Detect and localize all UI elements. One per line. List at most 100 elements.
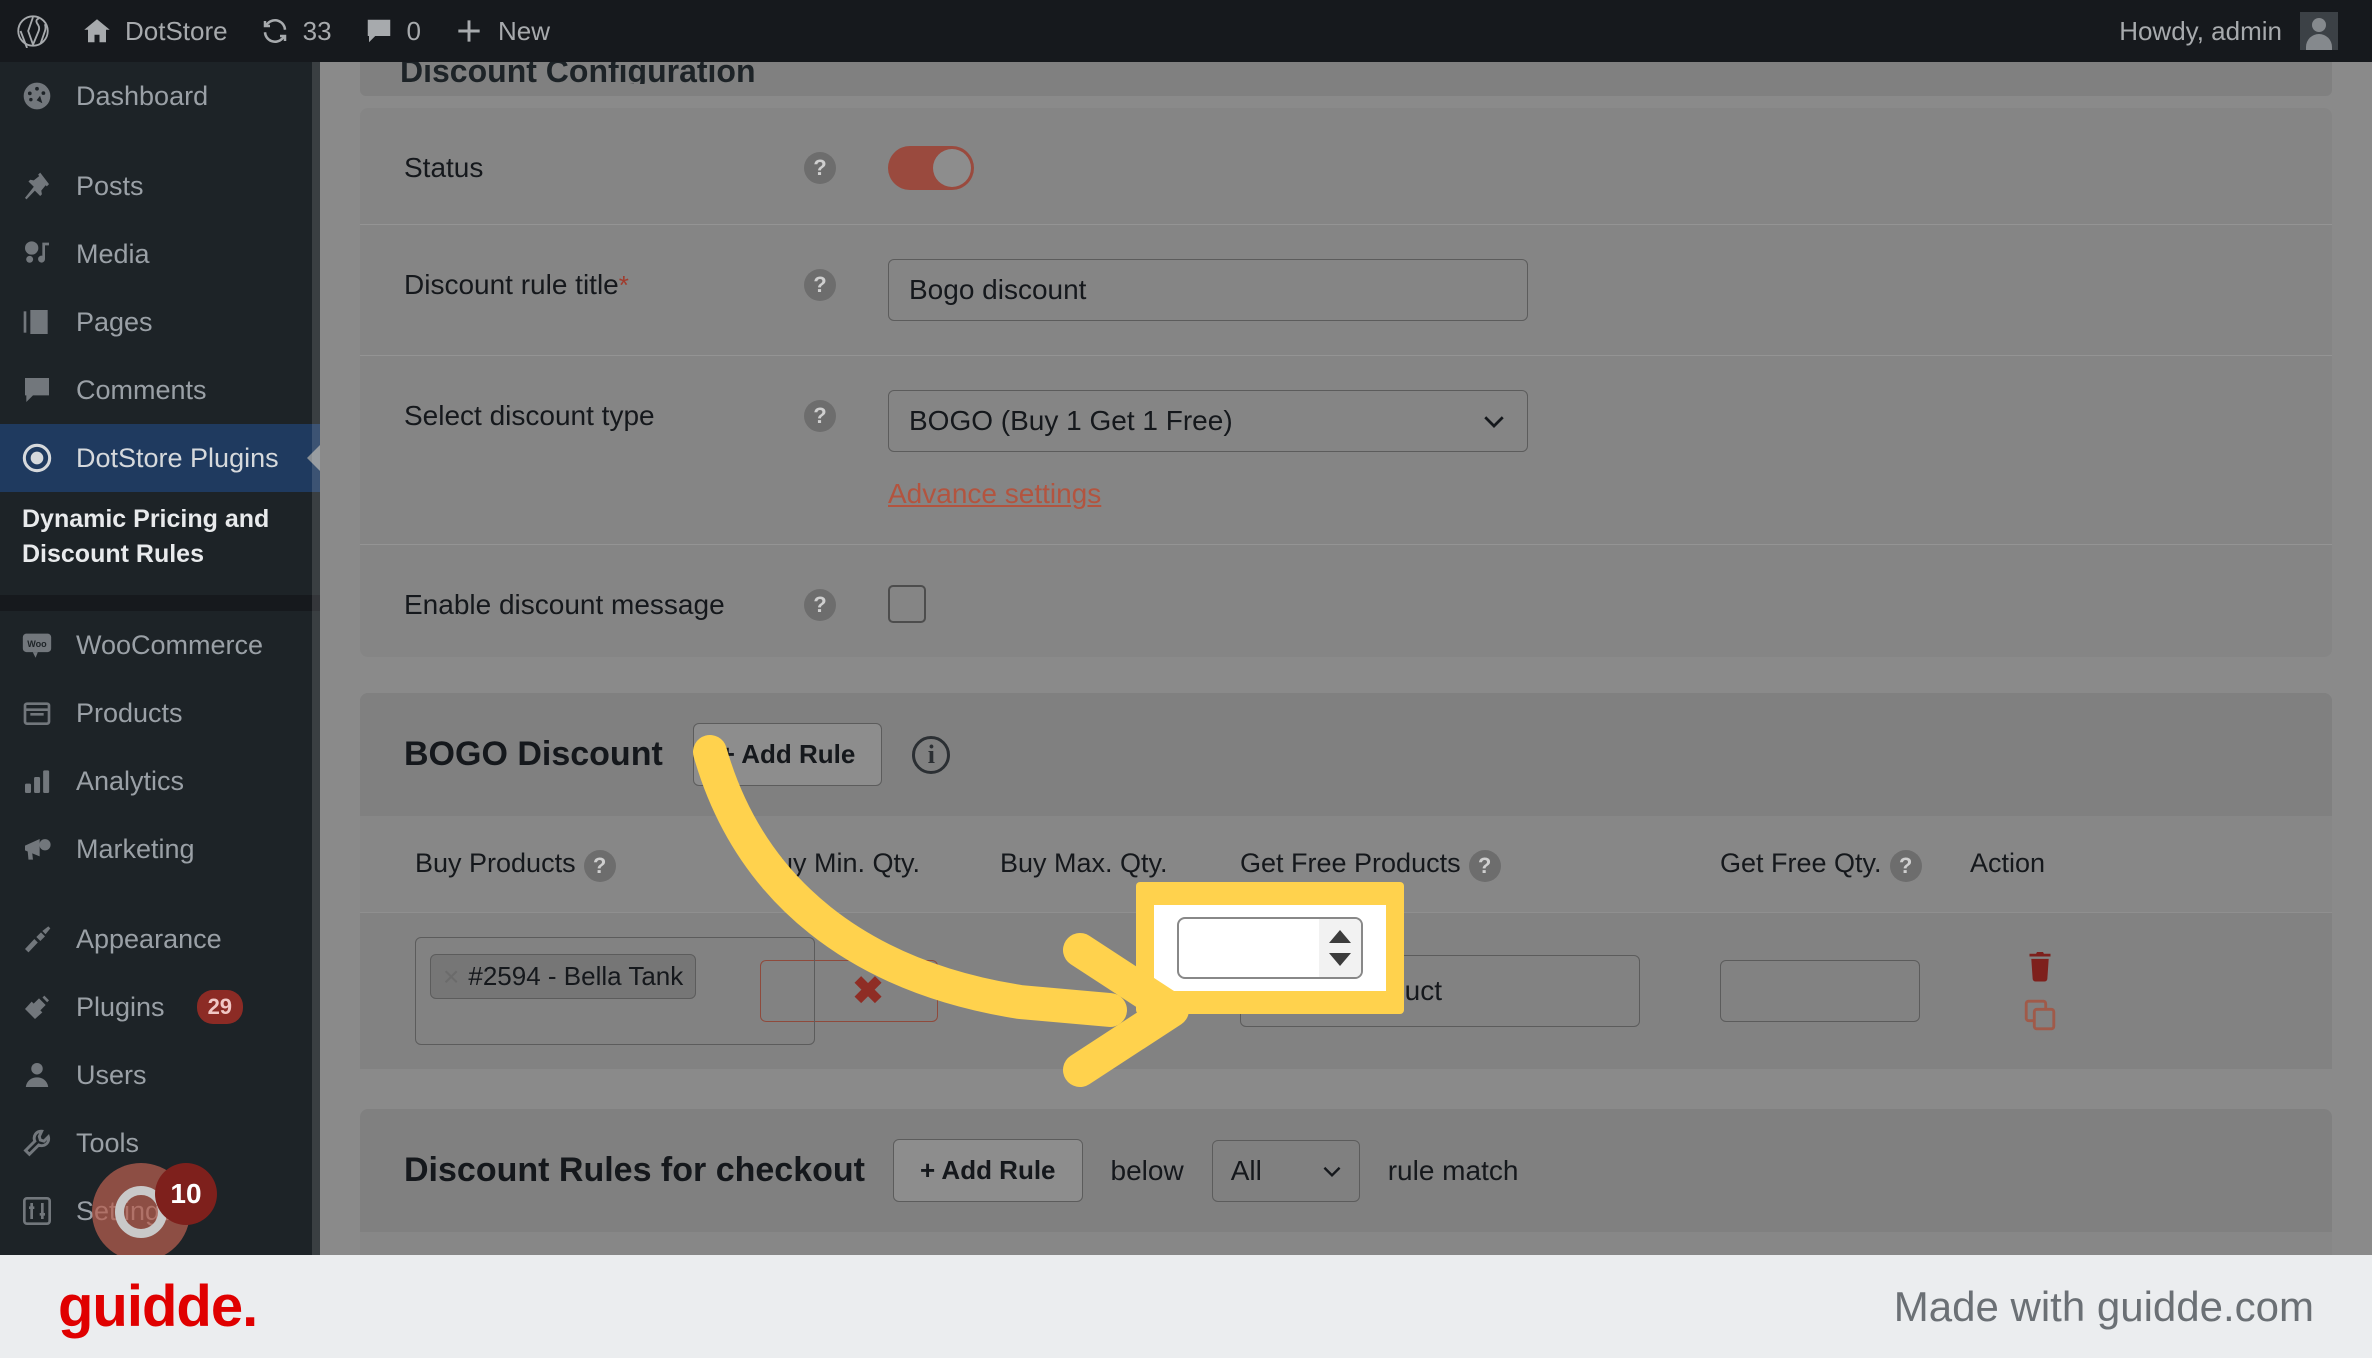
- form-row-status: Status ?: [360, 108, 2332, 225]
- column-label: Get Free Qty.: [1720, 848, 1882, 878]
- sidebar-item-posts[interactable]: Posts: [0, 152, 320, 220]
- buy-products-help-icon[interactable]: ?: [583, 850, 616, 882]
- column-label: Get Free Products: [1240, 848, 1461, 878]
- adminbar-updates[interactable]: 33: [244, 0, 348, 62]
- sidebar-item-media[interactable]: Media: [0, 220, 320, 288]
- analytics-icon: [16, 765, 58, 797]
- sidebar-item-products[interactable]: Products: [0, 679, 320, 747]
- buy-products-select[interactable]: × #2594 - Bella Tank ✖: [415, 937, 884, 1045]
- toggle-knob: [933, 149, 971, 187]
- product-chip[interactable]: × #2594 - Bella Tank: [430, 954, 697, 999]
- info-icon[interactable]: i: [912, 735, 951, 774]
- sidebar-item-dashboard[interactable]: Dashboard: [0, 62, 320, 130]
- tools-icon: [16, 1127, 58, 1159]
- column-header-get-free-qty: Get Free Qty. ?: [1720, 846, 1970, 882]
- sidebar-item-appearance[interactable]: Appearance: [0, 905, 320, 973]
- rule-title-help-icon[interactable]: ?: [804, 269, 836, 301]
- sidebar-item-analytics[interactable]: Analytics: [0, 747, 320, 815]
- discount-type-help-icon[interactable]: ?: [804, 400, 836, 432]
- sidebar-plugins-badge: 29: [196, 990, 244, 1024]
- sidebar-submenu-label: Dynamic Pricing and Discount Rules: [22, 505, 270, 568]
- stepper-increment-icon[interactable]: [1329, 930, 1351, 943]
- sidebar-item-label: Appearance: [76, 923, 222, 954]
- sidebar-item-label: DotStore Plugins: [76, 442, 279, 473]
- adminbar-wp-logo[interactable]: [0, 0, 66, 62]
- sidebar-item-dotstore-plugins[interactable]: DotStore Plugins: [0, 424, 320, 492]
- status-toggle-wrap: [888, 142, 974, 190]
- sidebar-item-label: Comments: [76, 374, 207, 405]
- guidde-footer: guidde. Made with guidde.com: [0, 1255, 2372, 1358]
- adminbar-new-label: New: [498, 15, 551, 46]
- buy-max-qty-input[interactable]: [1179, 919, 1319, 977]
- sidebar-item-plugins[interactable]: Plugins 29: [0, 973, 320, 1041]
- guidde-logo: guidde.: [58, 1274, 258, 1339]
- highlight-inner: [1154, 905, 1386, 991]
- copy-icon[interactable]: [2022, 997, 2058, 1033]
- sidebar-item-label: Dashboard: [76, 80, 209, 111]
- required-marker: *: [618, 270, 629, 300]
- chip-remove-icon[interactable]: ×: [443, 962, 459, 991]
- sidebar-item-woocommerce[interactable]: Woo WooCommerce: [0, 611, 320, 679]
- discount-type-select[interactable]: BOGO (Buy 1 Get 1 Free): [888, 390, 1528, 452]
- bogo-add-rule-button[interactable]: + Add Rule: [692, 723, 883, 786]
- sidebar-item-marketing[interactable]: Marketing: [0, 815, 320, 883]
- adminbar-new[interactable]: New: [437, 0, 566, 62]
- sidebar-item-label: Users: [76, 1059, 147, 1090]
- trash-icon[interactable]: [2022, 949, 2058, 985]
- checkout-match-select[interactable]: All: [1211, 1139, 1360, 1202]
- sidebar-scrollbar[interactable]: [312, 62, 320, 1358]
- products-icon: [16, 697, 58, 729]
- enable-discount-message-checkbox[interactable]: [888, 585, 926, 623]
- form-row-enable-message: Enable discount message ?: [360, 545, 2332, 657]
- chevron-down-icon: [1319, 1158, 1345, 1184]
- status-toggle[interactable]: [888, 146, 974, 190]
- avatar: [2300, 12, 2338, 50]
- comment-bubble-icon: [364, 16, 394, 46]
- clear-selection-icon[interactable]: ✖: [852, 969, 884, 1014]
- get-free-qty-help-icon[interactable]: ?: [1889, 850, 1922, 882]
- cell-buy-products: × #2594 - Bella Tank ✖: [360, 937, 884, 1045]
- form-row-discount-type: Select discount type ? BOGO (Buy 1 Get 1…: [360, 356, 2332, 545]
- get-free-products-help-icon[interactable]: ?: [1468, 850, 1501, 882]
- settings-icon: [16, 1195, 58, 1227]
- status-help-icon[interactable]: ?: [804, 152, 836, 184]
- svg-text:Woo: Woo: [27, 639, 47, 649]
- recording-count-badge: 10: [155, 1163, 217, 1225]
- pin-icon: [16, 170, 58, 202]
- buy-max-qty-stepper[interactable]: [1177, 917, 1363, 979]
- woo-icon: Woo: [16, 628, 58, 662]
- discount-configuration-heading-cut: Discount Configuration: [360, 62, 2332, 96]
- adminbar-account[interactable]: Howdy, admin: [2119, 12, 2358, 50]
- comments-icon: [16, 374, 58, 406]
- plugins-icon: [16, 991, 58, 1023]
- admin-sidebar-menu: Dashboard Posts Media Pages Comments Dot…: [0, 62, 320, 1358]
- checkout-rules-body: [360, 1232, 2332, 1255]
- stepper-decrement-icon[interactable]: [1329, 953, 1351, 966]
- discount-rule-title-input[interactable]: [888, 259, 1528, 321]
- checkout-add-rule-button[interactable]: + Add Rule: [892, 1139, 1083, 1202]
- sidebar-item-label: Marketing: [76, 833, 195, 864]
- wordpress-logo-icon: [16, 14, 50, 48]
- page-title: Discount Configuration: [400, 62, 756, 84]
- sidebar-item-pages[interactable]: Pages: [0, 288, 320, 356]
- sidebar-item-users[interactable]: Users: [0, 1041, 320, 1109]
- advance-settings-link[interactable]: Advance settings: [888, 478, 1101, 510]
- adminbar-site-name[interactable]: DotStore: [66, 0, 244, 62]
- column-label: Buy Products: [415, 848, 576, 878]
- get-free-qty-input[interactable]: [1720, 960, 1920, 1022]
- sidebar-divider: [0, 595, 320, 611]
- main-content: Discount Configuration Status ? Discount…: [320, 62, 2372, 1255]
- sidebar-item-comments[interactable]: Comments: [0, 356, 320, 424]
- buy-max-qty-highlight: [1136, 882, 1404, 1014]
- enable-message-help-icon[interactable]: ?: [804, 589, 836, 621]
- adminbar-comments[interactable]: 0: [348, 0, 437, 62]
- sidebar-submenu-dynamic-pricing[interactable]: Dynamic Pricing and Discount Rules: [0, 492, 320, 595]
- marketing-icon: [16, 833, 58, 865]
- row-actions: [1970, 949, 2110, 1033]
- column-header-action: Action: [1970, 846, 2110, 882]
- status-label: Status: [404, 152, 484, 183]
- made-with-guidde-label: Made with guidde.com: [1893, 1282, 2314, 1330]
- product-chip-label: #2594 - Bella Tank: [468, 961, 684, 991]
- users-icon: [16, 1059, 58, 1091]
- sidebar-item-label: Products: [76, 697, 183, 728]
